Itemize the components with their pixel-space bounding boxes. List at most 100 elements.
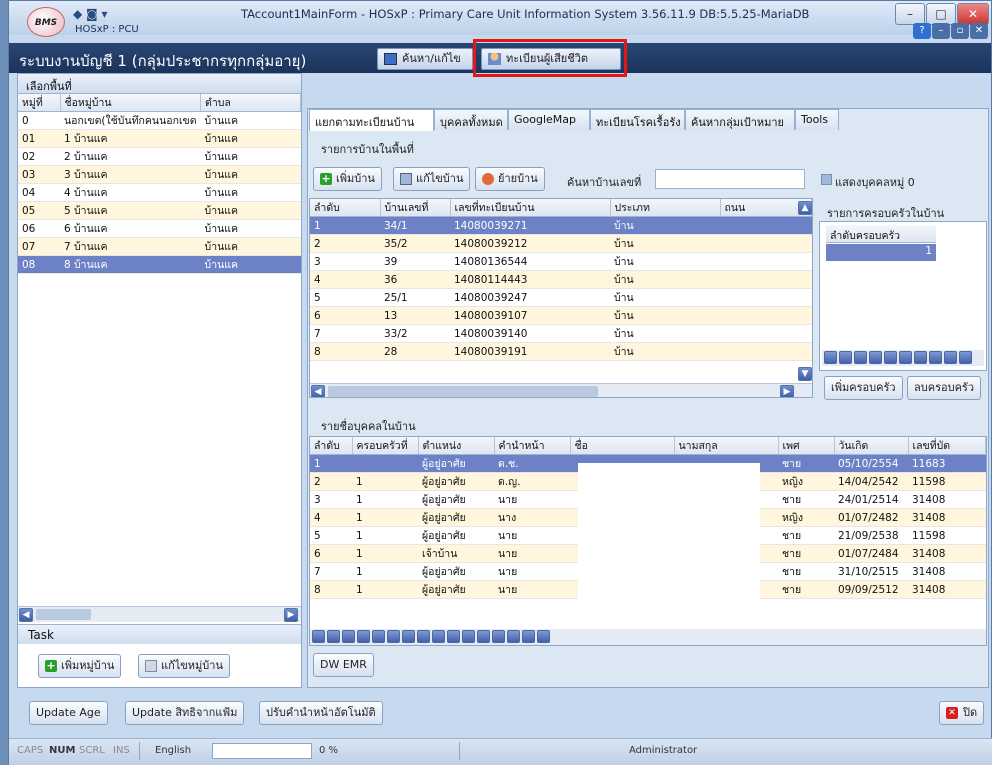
navigator-button-icon[interactable] bbox=[372, 630, 385, 643]
village-row[interactable]: 0 นอกเขต(ใช้บันทึกคนนอกเขต บ้านแค bbox=[18, 111, 301, 130]
navigator-button-icon[interactable] bbox=[462, 630, 475, 643]
house-row[interactable]: 2 35/2 14080039212 บ้าน bbox=[310, 234, 812, 253]
dw-emr-button[interactable]: DW EMR bbox=[313, 653, 374, 677]
navigator-button-icon[interactable] bbox=[357, 630, 370, 643]
col-position[interactable]: ตำแหน่ง bbox=[418, 437, 495, 455]
house-row[interactable]: 1 34/1 14080039271 บ้าน bbox=[310, 216, 812, 235]
tab-googlemap[interactable]: GoogleMap bbox=[508, 109, 590, 130]
tab-target-group[interactable]: ค้นหากลุ่มเป้าหมาย bbox=[685, 109, 795, 130]
navigator-button-icon[interactable] bbox=[884, 351, 897, 364]
show-moo0-checkbox[interactable] bbox=[821, 174, 832, 185]
house-row[interactable]: 5 25/1 14080039247 บ้าน bbox=[310, 288, 812, 307]
col-family-no[interactable]: ครอบครัวที่ bbox=[352, 437, 419, 455]
navigator-button-icon[interactable] bbox=[342, 630, 355, 643]
navigator-button-icon[interactable] bbox=[824, 351, 837, 364]
update-age-button[interactable]: Update Age bbox=[29, 701, 108, 725]
scroll-thumb[interactable] bbox=[36, 609, 91, 620]
navigator-button-icon[interactable] bbox=[417, 630, 430, 643]
house-row[interactable]: 7 33/2 14080039140 บ้าน bbox=[310, 324, 812, 343]
tab-tools[interactable]: Tools bbox=[795, 109, 839, 130]
village-row[interactable]: 07 7 บ้านแค บ้านแค bbox=[18, 237, 301, 256]
col-id-card[interactable]: เลขที่บัต bbox=[908, 437, 986, 455]
navigator-button-icon[interactable] bbox=[854, 351, 867, 364]
close-button[interactable]: ✕ ปิด bbox=[939, 701, 985, 725]
col-village-name[interactable]: ชื่อหมู่บ้าน bbox=[60, 94, 202, 112]
navigator-button-icon[interactable] bbox=[899, 351, 912, 364]
delete-family-button[interactable]: ลบครอบครัว bbox=[907, 376, 982, 400]
add-house-button[interactable]: + เพิ่มบ้าน bbox=[313, 167, 382, 191]
mdi-restore-button[interactable]: ▫ bbox=[951, 23, 969, 39]
col-moo[interactable]: หมู่ที่ bbox=[18, 94, 61, 112]
edit-village-button[interactable]: แก้ไขหมู่บ้าน bbox=[138, 654, 230, 678]
village-row[interactable]: 05 5 บ้านแค บ้านแค bbox=[18, 201, 301, 220]
scroll-left-icon[interactable]: ◀ bbox=[311, 385, 325, 397]
village-row[interactable]: 08 8 บ้านแค บ้านแค bbox=[18, 255, 301, 274]
help-icon[interactable]: ? bbox=[913, 23, 931, 39]
navigator-button-icon[interactable] bbox=[402, 630, 415, 643]
search-edit-button[interactable]: ค้นหา/แก้ไข bbox=[377, 48, 473, 70]
minimize-button[interactable]: – bbox=[895, 3, 925, 25]
scroll-down-icon[interactable]: ▼ bbox=[798, 367, 812, 381]
add-family-button[interactable]: เพิ่มครอบครัว bbox=[824, 376, 903, 400]
house-row[interactable]: 4 36 14080114443 บ้าน bbox=[310, 270, 812, 289]
col-seq[interactable]: ลำดับ bbox=[310, 199, 381, 217]
col-family-seq[interactable]: ลำดับครอบครัว bbox=[826, 225, 936, 243]
navigator-button-icon[interactable] bbox=[537, 630, 550, 643]
maximize-button[interactable]: □ bbox=[926, 3, 956, 25]
navigator-button-icon[interactable] bbox=[929, 351, 942, 364]
col-prefix[interactable]: คำนำหน้า bbox=[494, 437, 571, 455]
mdi-close-button[interactable]: ✕ bbox=[970, 23, 988, 39]
family-navigator[interactable] bbox=[822, 350, 984, 366]
village-row[interactable]: 03 3 บ้านแค บ้านแค bbox=[18, 165, 301, 184]
scroll-thumb[interactable] bbox=[328, 386, 598, 397]
col-house-no[interactable]: บ้านเลขที่ bbox=[380, 199, 451, 217]
tab-chronic[interactable]: ทะเบียนโรคเรื้อรัง bbox=[590, 109, 685, 130]
col-sex[interactable]: เพศ bbox=[778, 437, 835, 455]
navigator-button-icon[interactable] bbox=[869, 351, 882, 364]
navigator-button-icon[interactable] bbox=[432, 630, 445, 643]
move-house-button[interactable]: ย้ายบ้าน bbox=[475, 167, 545, 191]
edit-house-button[interactable]: แก้ไขบ้าน bbox=[393, 167, 471, 191]
col-birthdate[interactable]: วันเกิด bbox=[834, 437, 909, 455]
navigator-button-icon[interactable] bbox=[327, 630, 340, 643]
scroll-right-icon[interactable]: ▶ bbox=[780, 385, 794, 397]
quick-access-icon[interactable]: ◆ ◙ ▾ bbox=[73, 7, 108, 21]
navigator-button-icon[interactable] bbox=[959, 351, 972, 364]
tab-all-people[interactable]: บุคคลทั้งหมด bbox=[434, 109, 508, 130]
navigator-button-icon[interactable] bbox=[522, 630, 535, 643]
col-seq[interactable]: ลำดับ bbox=[310, 437, 353, 455]
village-row[interactable]: 06 6 บ้านแค บ้านแค bbox=[18, 219, 301, 238]
village-row[interactable]: 04 4 บ้านแค บ้านแค bbox=[18, 183, 301, 202]
col-first-name[interactable]: ชื่อ bbox=[570, 437, 675, 455]
col-registry-no[interactable]: เลขที่ทะเบียนบ้าน bbox=[450, 199, 611, 217]
scroll-right-icon[interactable]: ▶ bbox=[284, 608, 298, 622]
navigator-button-icon[interactable] bbox=[914, 351, 927, 364]
add-village-button[interactable]: + เพิ่มหมู่บ้าน bbox=[38, 654, 122, 678]
house-row[interactable]: 6 13 14080039107 บ้าน bbox=[310, 306, 812, 325]
house-row[interactable]: 8 28 14080039191 บ้าน bbox=[310, 342, 812, 361]
scroll-up-icon[interactable]: ▲ bbox=[798, 201, 812, 215]
mdi-minimize-button[interactable]: – bbox=[932, 23, 950, 39]
col-type[interactable]: ประเภท bbox=[610, 199, 721, 217]
auto-prefix-button[interactable]: ปรับคำนำหน้าอัตโนมัติ bbox=[259, 701, 383, 725]
house-row[interactable]: 3 39 14080136544 บ้าน bbox=[310, 252, 812, 271]
col-last-name[interactable]: นามสกุล bbox=[674, 437, 779, 455]
navigator-button-icon[interactable] bbox=[492, 630, 505, 643]
navigator-button-icon[interactable] bbox=[507, 630, 520, 643]
col-tambon[interactable]: ตำบล bbox=[200, 94, 301, 112]
navigator-button-icon[interactable] bbox=[839, 351, 852, 364]
village-row[interactable]: 02 2 บ้านแค บ้านแค bbox=[18, 147, 301, 166]
navigator-button-icon[interactable] bbox=[477, 630, 490, 643]
village-hscroll[interactable]: ◀ ▶ bbox=[18, 606, 301, 622]
close-window-button[interactable]: ✕ bbox=[957, 3, 989, 25]
house-hscroll[interactable]: ◀ ▶ bbox=[310, 383, 812, 397]
update-rights-button[interactable]: Update สิทธิจากแฟ้ม bbox=[125, 701, 245, 725]
house-search-input[interactable] bbox=[655, 169, 805, 189]
family-row[interactable]: 1 bbox=[826, 244, 936, 261]
navigator-button-icon[interactable] bbox=[447, 630, 460, 643]
tab-by-house[interactable]: แยกตามทะเบียนบ้าน bbox=[309, 109, 434, 131]
navigator-button-icon[interactable] bbox=[387, 630, 400, 643]
village-row[interactable]: 01 1 บ้านแค บ้านแค bbox=[18, 129, 301, 148]
navigator-button-icon[interactable] bbox=[944, 351, 957, 364]
people-navigator[interactable] bbox=[310, 629, 986, 645]
